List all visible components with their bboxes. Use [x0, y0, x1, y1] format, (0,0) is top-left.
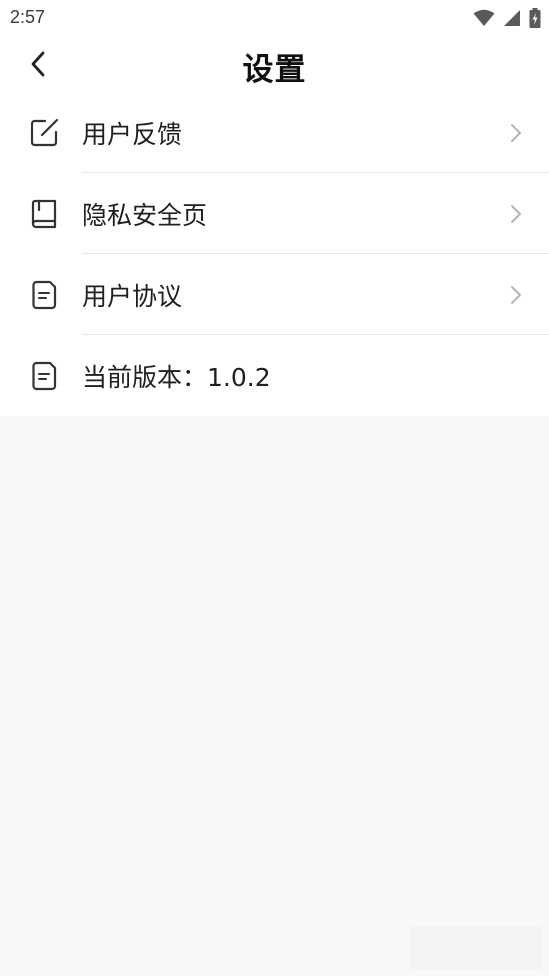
status-time: 2:57 [10, 7, 46, 27]
header: 设置 [0, 36, 549, 92]
menu-item-version: 当前版本：1.0.2 [0, 335, 549, 416]
menu-item-label: 用户反馈 [82, 119, 183, 149]
background-panel [409, 926, 543, 970]
battery-icon [529, 8, 541, 32]
chevron-right-icon [511, 285, 521, 304]
menu-item-privacy[interactable]: 隐私安全页 [0, 173, 549, 254]
document-icon [28, 360, 60, 392]
edit-icon [28, 117, 60, 149]
book-icon [28, 198, 60, 230]
wifi-icon [473, 9, 495, 31]
menu-item-feedback[interactable]: 用户反馈 [0, 92, 549, 173]
settings-menu: 用户反馈 隐私安全页 用户协议 当前版本：1.0.2 [0, 92, 549, 416]
settings-screen: 2:57 设置 用户反馈 隐私安全页 用户协议 当前版本：1.0.2 [0, 0, 549, 976]
signal-icon [503, 9, 521, 31]
menu-item-label: 用户协议 [82, 281, 183, 311]
chevron-right-icon [511, 204, 521, 223]
version-label: 当前版本：1.0.2 [82, 362, 271, 392]
page-title: 设置 [242, 52, 307, 88]
menu-item-user-agreement[interactable]: 用户协议 [0, 254, 549, 335]
menu-item-label: 隐私安全页 [82, 200, 208, 230]
status-icons [473, 8, 541, 32]
document-icon [28, 279, 60, 311]
status-bar: 2:57 [0, 0, 549, 36]
chevron-right-icon [511, 123, 521, 142]
